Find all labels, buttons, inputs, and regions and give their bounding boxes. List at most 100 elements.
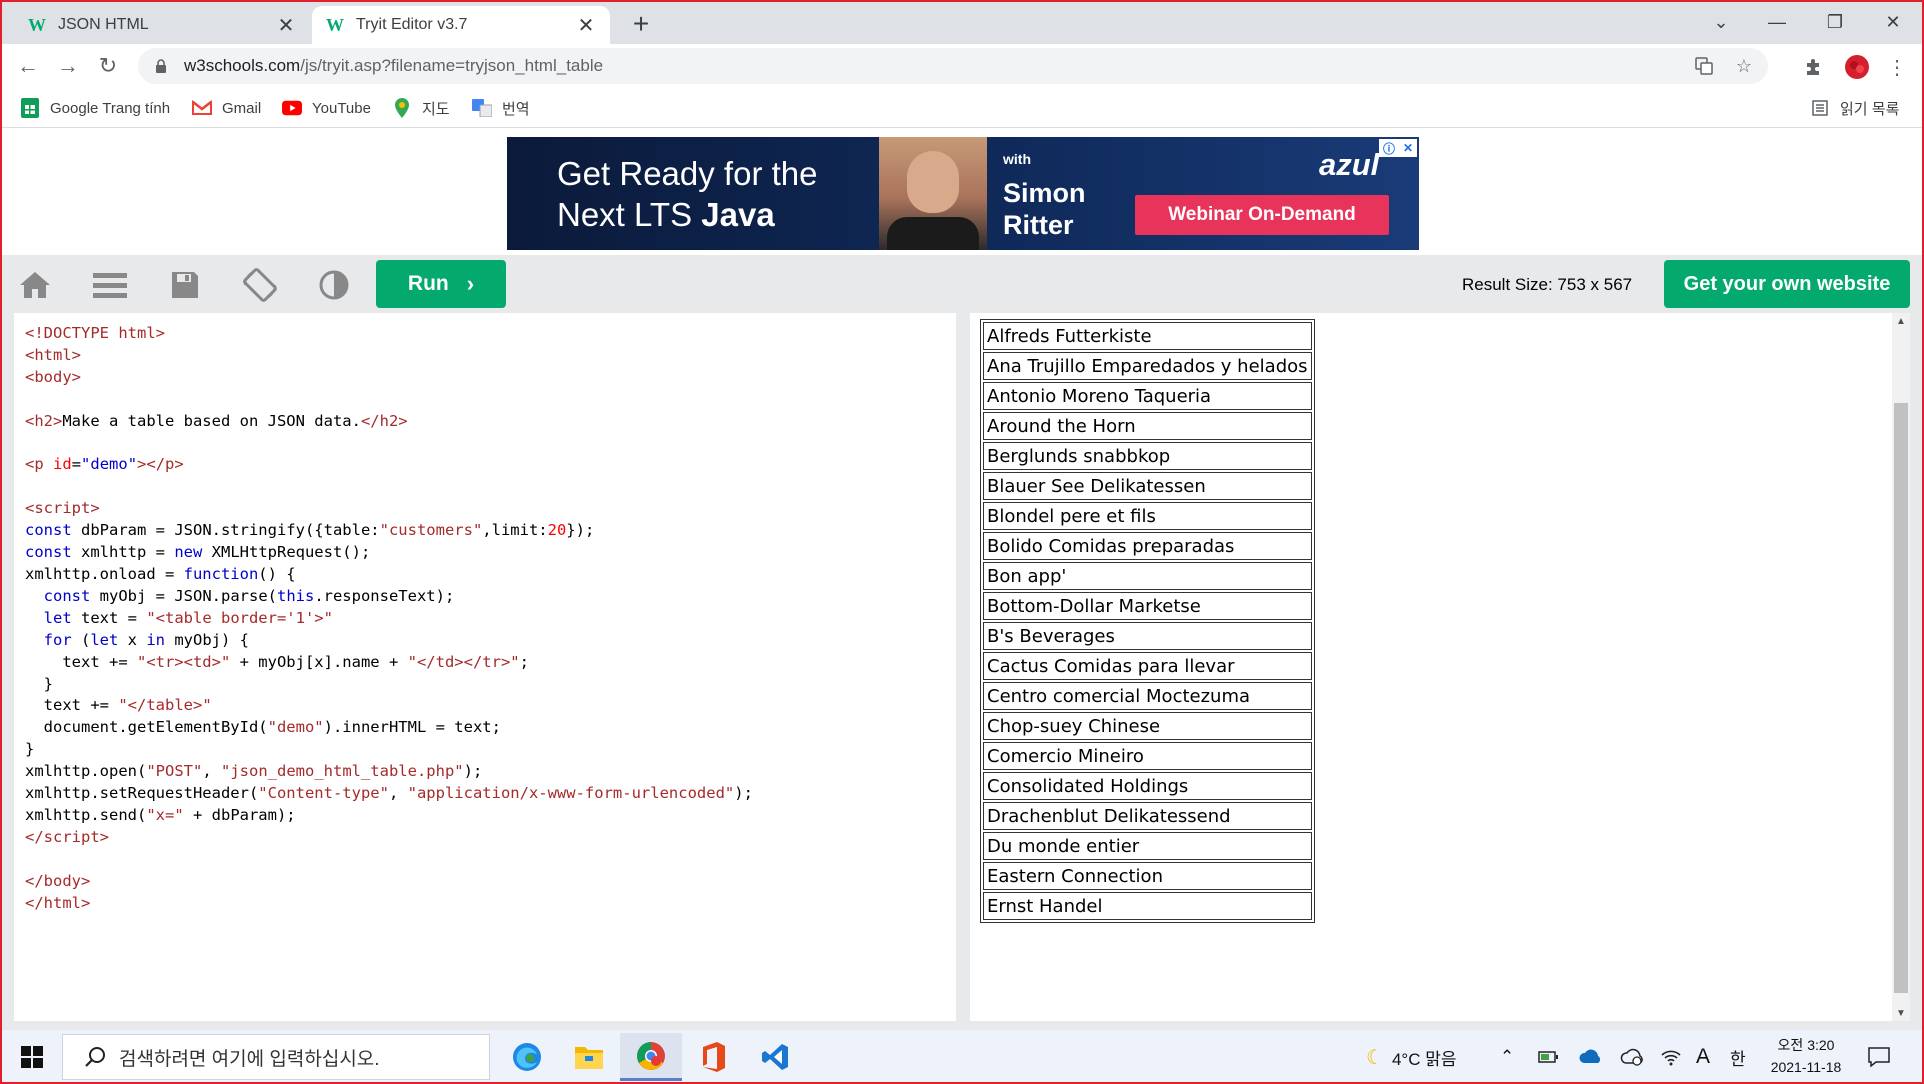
table-cell: Eastern Connection [983, 862, 1312, 890]
gmail-icon [192, 98, 212, 118]
table-row: Bon app' [983, 562, 1312, 590]
reading-list-icon [1810, 98, 1830, 118]
onedrive-icon[interactable] [1578, 1044, 1604, 1070]
forward-icon[interactable]: → [52, 50, 84, 82]
home-icon[interactable] [15, 265, 55, 305]
window-close-icon[interactable]: ✕ [1868, 4, 1918, 40]
wifi-icon[interactable] [1660, 1044, 1682, 1070]
tab-tryit-editor[interactable]: W Tryit Editor v3.7 ✕ [312, 6, 610, 44]
menu-dots-icon[interactable]: ⋮ [1884, 54, 1910, 80]
bookmark-star-icon[interactable]: ☆ [1728, 50, 1760, 82]
result-size-label: Result Size: 753 x 567 [1462, 275, 1633, 294]
result-pane[interactable]: Alfreds Futterkiste Ana Trujillo Empareda… [970, 313, 1910, 1021]
table-cell: Bolido Comidas preparadas [983, 532, 1312, 560]
translate-icon[interactable] [1688, 50, 1720, 82]
tryit-work-area: <!DOCTYPE html> <html> <body> <h2>Make a… [0, 312, 1924, 1030]
scroll-down-icon[interactable]: ▼ [1892, 1005, 1910, 1021]
table-row: Ana Trujillo Emparedados y helados [983, 352, 1312, 380]
battery-icon[interactable] [1538, 1044, 1560, 1070]
profile-avatar-icon[interactable] [1844, 54, 1870, 80]
scroll-up-icon[interactable]: ▲ [1892, 313, 1910, 329]
reading-list[interactable]: 읽기 목록 [1810, 96, 1899, 120]
sync-cloud-icon[interactable] [1620, 1044, 1644, 1070]
bookmark-youtube[interactable]: YouTube [282, 96, 371, 120]
clock[interactable]: 오전 3:20 2021-11-18 [1766, 1034, 1846, 1078]
taskbar-office-icon[interactable] [682, 1033, 744, 1081]
close-icon[interactable]: ✕ [576, 13, 596, 38]
table-row: Blauer See Delikatessen [983, 472, 1312, 500]
theme-toggle-icon[interactable] [314, 265, 354, 305]
clock-time: 오전 3:20 [1777, 1037, 1835, 1053]
result-scrollbar[interactable]: ▲ ▼ [1892, 313, 1910, 1021]
table-cell: B's Beverages [983, 622, 1312, 650]
ad-cta-button[interactable]: Webinar On-Demand [1135, 195, 1389, 235]
taskbar-search-input[interactable]: 검색하려면 여기에 입력하십시오. [62, 1034, 490, 1080]
table-row: Around the Horn [983, 412, 1312, 440]
lock-icon[interactable] [154, 59, 168, 73]
reload-icon[interactable]: ↻ [92, 50, 124, 82]
table-cell: Chop-suey Chinese [983, 712, 1312, 740]
table-cell: Around the Horn [983, 412, 1312, 440]
moon-icon: ☾ [1366, 1046, 1384, 1069]
bookmark-maps[interactable]: 지도 [392, 96, 450, 120]
ime-mode-indicator[interactable]: A [1696, 1044, 1710, 1070]
table-row: Bolido Comidas preparadas [983, 532, 1312, 560]
table-row: Consolidated Holdings [983, 772, 1312, 800]
taskbar-vscode-icon[interactable] [744, 1033, 806, 1081]
ad-choices-icon[interactable]: ⓘ ✕ [1379, 139, 1417, 157]
table-cell: Bon app' [983, 562, 1312, 590]
close-icon[interactable]: ✕ [276, 13, 296, 38]
code-editor[interactable]: <!DOCTYPE html> <html> <body> <h2>Make a… [14, 313, 956, 1021]
ime-language-indicator[interactable]: 한 [1730, 1044, 1746, 1070]
taskbar-chrome-icon[interactable] [620, 1033, 682, 1081]
table-cell: Cactus Comidas para llevar [983, 652, 1312, 680]
windows-start-icon[interactable] [10, 1038, 54, 1076]
rotate-layout-icon[interactable] [240, 265, 280, 305]
bookmark-translate[interactable]: 번역 [472, 96, 530, 120]
code-text[interactable]: <!DOCTYPE html> <html> <body> <h2>Make a… [25, 323, 945, 914]
extensions-puzzle-icon[interactable] [1800, 54, 1826, 80]
table-cell: Drachenblut Delikatessend [983, 802, 1312, 830]
ad-area: Get Ready for the Next LTS Java with Sim… [0, 129, 1924, 255]
back-icon[interactable]: ← [12, 50, 44, 82]
menu-icon[interactable] [90, 265, 130, 305]
address-bar[interactable]: w3schools.com/js/tryit.asp?filename=tryj… [138, 48, 1768, 84]
table-cell: Alfreds Futterkiste [983, 322, 1312, 350]
table-cell: Ana Trujillo Emparedados y helados [983, 352, 1312, 380]
table-cell: Centro comercial Moctezuma [983, 682, 1312, 710]
url-text[interactable]: w3schools.com/js/tryit.asp?filename=tryj… [184, 56, 1688, 76]
table-cell: Blauer See Delikatessen [983, 472, 1312, 500]
bookmark-google-sheets[interactable]: Google Trang tính [20, 96, 170, 120]
clock-date: 2021-11-18 [1770, 1059, 1842, 1075]
scrollbar-thumb[interactable] [1894, 403, 1908, 993]
table-cell: Berglunds snabbkop [983, 442, 1312, 470]
windows-taskbar: 검색하려면 여기에 입력하십시오. ☾ 4°C 맑음 ⌃ A 한 오전 3:20… [0, 1030, 1924, 1084]
table-row: Ernst Handel [983, 892, 1312, 920]
restore-icon[interactable]: ❐ [1810, 4, 1860, 40]
table-row: B's Beverages [983, 622, 1312, 650]
new-tab-icon[interactable]: + [626, 8, 656, 40]
save-icon[interactable] [165, 265, 205, 305]
table-cell: Ernst Handel [983, 892, 1312, 920]
table-cell: Du monde entier [983, 832, 1312, 860]
table-row: Du monde entier [983, 832, 1312, 860]
weather-widget[interactable]: ☾ 4°C 맑음 [1366, 1044, 1456, 1070]
ad-banner[interactable]: Get Ready for the Next LTS Java with Sim… [507, 137, 1419, 250]
bookmark-gmail[interactable]: Gmail [192, 96, 261, 120]
notification-icon[interactable] [1868, 1044, 1890, 1070]
ad-speaker-name: Simon Ritter [1003, 178, 1086, 240]
tab-search-chevron-icon[interactable]: ⌄ [1696, 4, 1746, 40]
table-row: Blondel pere et fils [983, 502, 1312, 530]
ad-headline: Get Ready for the Next LTS Java [557, 155, 818, 233]
taskbar-edge-icon[interactable] [496, 1033, 558, 1081]
get-website-button[interactable]: Get your own website [1664, 260, 1910, 308]
taskbar-file-explorer-icon[interactable] [558, 1033, 620, 1081]
browser-tab-strip: W JSON HTML ✕ W Tryit Editor v3.7 ✕ + ⌄ … [0, 0, 1924, 44]
ad-with-label: with [1003, 151, 1031, 167]
minimize-icon[interactable]: — [1752, 4, 1802, 40]
tray-chevron-icon[interactable]: ⌃ [1500, 1044, 1514, 1070]
table-row: Cactus Comidas para llevar [983, 652, 1312, 680]
tab-json-html[interactable]: W JSON HTML ✕ [14, 6, 310, 44]
table-row: Berglunds snabbkop [983, 442, 1312, 470]
run-button[interactable]: Run › [376, 260, 506, 308]
